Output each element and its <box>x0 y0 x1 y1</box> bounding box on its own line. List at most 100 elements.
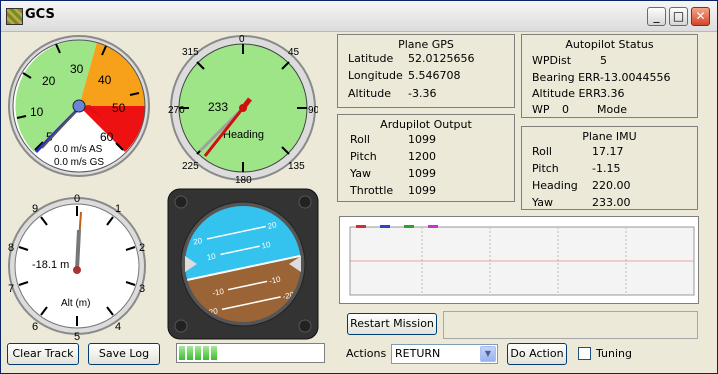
client-area: 5 10 20 30 40 50 60 0.0 m/s AS 0.0 m/s G… <box>2 32 716 372</box>
autopilot-status-panel: Autopilot Status WPDist 5 Bearing ERR -1… <box>521 34 698 118</box>
bearing-err-value: -13.0044556 <box>600 71 671 84</box>
progress-segment <box>211 346 217 360</box>
heading-label-180: 180 <box>235 175 252 183</box>
clear-track-button[interactable]: Clear Track <box>7 343 79 365</box>
output-pitch-label: Pitch <box>350 150 377 163</box>
actions-selected-value: RETURN <box>395 347 441 360</box>
alt-label-2: 2 <box>139 242 145 254</box>
heading-label-225: 225 <box>182 161 199 172</box>
output-throttle-label: Throttle <box>350 184 394 197</box>
gps-longitude-label: Longitude <box>348 69 403 82</box>
autopilot-status-title: Autopilot Status <box>565 38 654 51</box>
imu-yaw-label: Yaw <box>532 196 553 209</box>
plane-imu-title: Plane IMU <box>582 130 637 143</box>
output-roll-value: 1099 <box>408 133 436 146</box>
gps-altitude-value: -3.36 <box>408 87 437 100</box>
imu-heading-value: 220.00 <box>592 179 631 192</box>
gps-latitude-value: 52.0125656 <box>408 52 475 65</box>
output-pitch-value: 1200 <box>408 150 436 163</box>
alt-label-5: 5 <box>74 331 80 342</box>
heading-gauge: 0 45 90 135 180 225 270 315 233 Heading <box>168 33 318 183</box>
alt-label-1: 1 <box>115 203 121 215</box>
alt-label-3: 3 <box>139 283 145 295</box>
alt-label-8: 8 <box>8 242 14 254</box>
artificial-horizon: 20 10 10 20 -10 -20 -10 -20 <box>167 188 319 340</box>
restart-mission-button[interactable]: Restart Mission <box>347 313 437 335</box>
heading-label-135: 135 <box>288 161 305 172</box>
tuning-label: Tuning <box>596 347 633 360</box>
legend-swatch-4 <box>428 225 438 228</box>
wpdist-value: 5 <box>600 54 607 67</box>
wpdist-label: WPDist <box>532 54 572 67</box>
wp-label: WP <box>532 103 550 116</box>
altitude-unit: Alt (m) <box>61 298 90 309</box>
close-button[interactable]: ✕ <box>691 7 710 26</box>
heading-label-270: 270 <box>168 105 185 116</box>
wp-value: 0 <box>562 103 569 116</box>
minimize-button[interactable]: _ <box>647 7 666 26</box>
progress-segment <box>179 346 185 360</box>
airspeed-tick-40: 40 <box>98 73 112 87</box>
mission-status-field <box>443 311 698 339</box>
chevron-down-icon[interactable]: ▼ <box>480 346 496 362</box>
title-bar: GCS _ □ ✕ <box>1 1 717 32</box>
plane-imu-panel: Plane IMU Roll 17.17 Pitch -1.15 Heading… <box>521 126 698 210</box>
progress-segment <box>187 346 193 360</box>
airspeed-tick-60: 60 <box>100 130 114 144</box>
imu-pitch-value: -1.15 <box>592 162 621 175</box>
progress-segment <box>195 346 201 360</box>
airspeed-tick-50: 50 <box>112 101 126 115</box>
altitude-err-value: 3.36 <box>600 87 625 100</box>
imu-yaw-value: 233.00 <box>592 196 631 209</box>
gcs-window: GCS _ □ ✕ 10 20 30 40 50 60 0.0 m/s AS 0… <box>0 0 718 374</box>
app-icon <box>6 8 23 25</box>
airspeed-as-text: 0.0 m/s AS <box>54 144 103 155</box>
heading-value: 233 <box>208 100 228 114</box>
altitude-value: -18.1 m <box>32 259 69 271</box>
altitude-err-label: Altitude ERR <box>532 87 601 100</box>
heading-label-45: 45 <box>288 47 300 58</box>
actions-label: Actions <box>346 347 387 360</box>
plane-gps-title: Plane GPS <box>398 38 454 51</box>
legend-swatch-2 <box>380 225 390 228</box>
airspeed-tick-20: 20 <box>42 74 56 88</box>
airspeed-tick-10: 10 <box>30 105 44 119</box>
heading-label-90: 90 <box>308 105 318 116</box>
legend-swatch-3 <box>404 225 414 228</box>
ardupilot-output-title: Ardupilot Output <box>380 118 472 131</box>
progress-bar <box>176 343 325 363</box>
alt-label-7: 7 <box>8 283 14 295</box>
airspeed-gauge: 5 10 20 30 40 50 60 0.0 m/s AS 0.0 m/s G… <box>6 33 152 179</box>
alt-label-6: 6 <box>32 321 38 333</box>
do-action-button[interactable]: Do Action <box>507 343 567 365</box>
heading-label-0: 0 <box>239 34 245 45</box>
save-log-button[interactable]: Save Log <box>88 343 160 365</box>
legend-swatch-1 <box>356 225 366 228</box>
altimeter-gauge: 0 1 2 3 4 5 6 7 8 9 -18.1 m Alt (m) <box>8 190 146 342</box>
tuning-checkbox[interactable] <box>578 347 591 360</box>
gps-altitude-label: Altitude <box>348 87 391 100</box>
alt-label-4: 4 <box>115 321 121 333</box>
alt-label-0: 0 <box>74 193 80 205</box>
output-throttle-value: 1099 <box>408 184 436 197</box>
plane-gps-panel: Plane GPS Latitude 52.0125656 Longitude … <box>337 34 515 108</box>
imu-pitch-label: Pitch <box>532 162 559 175</box>
gps-longitude-value: 5.546708 <box>408 69 461 82</box>
imu-roll-label: Roll <box>532 145 552 158</box>
heading-label-315: 315 <box>182 47 199 58</box>
heading-label: Heading <box>223 129 264 141</box>
progress-fill <box>179 346 217 360</box>
airspeed-gs-text: 0.0 m/s GS <box>54 157 104 168</box>
maximize-button[interactable]: □ <box>669 7 688 26</box>
telemetry-chart <box>339 216 699 304</box>
output-yaw-value: 1099 <box>408 167 436 180</box>
progress-segment <box>203 346 209 360</box>
ardupilot-output-panel: Ardupilot Output Roll 1099 Pitch 1200 Ya… <box>337 114 515 202</box>
output-roll-label: Roll <box>350 133 370 146</box>
imu-heading-label: Heading <box>532 179 578 192</box>
alt-label-9: 9 <box>32 203 38 215</box>
bearing-err-label: Bearing ERR <box>532 71 601 84</box>
actions-select[interactable]: RETURN ▼ <box>391 344 498 364</box>
window-title: GCS <box>25 7 55 22</box>
mode-label: Mode <box>597 103 627 116</box>
